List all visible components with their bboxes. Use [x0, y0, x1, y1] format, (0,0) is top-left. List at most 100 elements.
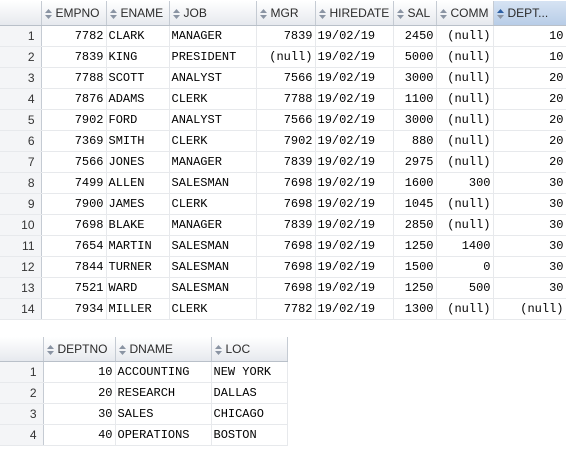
cell-sal[interactable]: 2975 [393, 151, 437, 173]
cell-deptno[interactable]: 30 [493, 235, 566, 257]
row-number[interactable]: 11 [0, 235, 42, 257]
cell-ename[interactable]: ALLEN [106, 172, 170, 194]
cell-ename[interactable]: SCOTT [106, 67, 170, 89]
row-number[interactable]: 6 [0, 130, 42, 152]
column-header-hiredate[interactable]: HIREDATE [315, 1, 394, 26]
cell-job[interactable]: MANAGER [169, 25, 257, 47]
sort-arrows-icon[interactable] [214, 344, 223, 356]
sort-active-icon[interactable] [496, 8, 505, 20]
table-row[interactable]: 14 7934 MILLER CLERK 7782 19/02/19 1300 (null)(… [0, 298, 566, 320]
row-number[interactable]: 8 [0, 172, 42, 194]
cell-comm[interactable]: (null) [436, 67, 494, 89]
cell-deptno[interactable]: 20 [43, 382, 116, 404]
cell-hiredate[interactable]: 19/02/19 [315, 193, 394, 215]
cell-sal[interactable]: 1600 [393, 172, 437, 194]
cell-deptno[interactable]: 20 [493, 109, 566, 131]
cell-empno[interactable]: 7654 [41, 235, 107, 257]
cell-empno[interactable]: 7844 [41, 256, 107, 278]
table-row[interactable]: 5 7902 FORD ANALYST 7566 19/02/19 3000 (null) 20 [0, 109, 566, 131]
cell-job[interactable]: MANAGER [169, 214, 257, 236]
cell-hiredate[interactable]: 19/02/19 [315, 67, 394, 89]
column-header-ename[interactable]: ENAME [106, 1, 170, 26]
cell-job[interactable]: MANAGER [169, 151, 257, 173]
cell-sal[interactable]: 3000 [393, 109, 437, 131]
table-row[interactable]: 3 7788 SCOTT ANALYST 7566 19/02/19 3000 (null) 2… [0, 67, 566, 89]
table-row[interactable]: 2 7839 KING PRESIDENT (null) 19/02/19 5000 (nul… [0, 46, 566, 68]
cell-comm[interactable]: 300 [436, 172, 494, 194]
cell-hiredate[interactable]: 19/02/19 [315, 256, 394, 278]
table-row[interactable]: 9 7900 JAMES CLERK 7698 19/02/19 1045 (null) 30 [0, 193, 566, 215]
cell-sal[interactable]: 1100 [393, 88, 437, 110]
cell-sal[interactable]: 1250 [393, 235, 437, 257]
cell-comm[interactable]: (null) [436, 46, 494, 68]
cell-deptno[interactable]: 30 [493, 277, 566, 299]
sort-arrows-icon[interactable] [172, 8, 181, 20]
cell-hiredate[interactable]: 19/02/19 [315, 109, 394, 131]
cell-mgr[interactable]: 7839 [256, 214, 316, 236]
sort-arrows-icon[interactable] [118, 344, 127, 356]
cell-comm[interactable]: (null) [436, 214, 494, 236]
cell-job[interactable]: SALESMAN [169, 235, 257, 257]
cell-dname[interactable]: SALES [115, 403, 212, 425]
cell-deptno[interactable]: 40 [43, 424, 116, 446]
table-row[interactable]: 13 7521 WARD SALESMAN 7698 19/02/19 1250 500 30 [0, 277, 566, 299]
cell-ename[interactable]: MARTIN [106, 235, 170, 257]
cell-deptno[interactable]: 20 [493, 151, 566, 173]
cell-ename[interactable]: MILLER [106, 298, 170, 320]
cell-ename[interactable]: WARD [106, 277, 170, 299]
cell-sal[interactable]: 3000 [393, 67, 437, 89]
cell-sal[interactable]: 2850 [393, 214, 437, 236]
column-header-sal[interactable]: SAL [393, 1, 437, 26]
cell-job[interactable]: SALESMAN [169, 277, 257, 299]
cell-loc[interactable]: DALLAS [211, 382, 288, 404]
cell-ename[interactable]: KING [106, 46, 170, 68]
row-number[interactable]: 12 [0, 256, 42, 278]
sort-arrows-icon[interactable] [109, 8, 118, 20]
cell-mgr[interactable]: 7782 [256, 298, 316, 320]
cell-empno[interactable]: 7900 [41, 193, 107, 215]
cell-mgr[interactable]: 7839 [256, 25, 316, 47]
cell-hiredate[interactable]: 19/02/19 [315, 88, 394, 110]
cell-hiredate[interactable]: 19/02/19 [315, 298, 394, 320]
cell-mgr[interactable]: 7698 [256, 172, 316, 194]
row-number[interactable]: 4 [0, 88, 42, 110]
cell-deptno[interactable]: 20 [493, 130, 566, 152]
cell-deptno[interactable]: 20 [493, 67, 566, 89]
emp-results-grid[interactable]: EMPNO ENAME JOB MGR HIREDATE SAL COMM DE… [0, 1, 566, 320]
cell-deptno[interactable]: 30 [493, 193, 566, 215]
cell-deptno[interactable]: 20 [493, 88, 566, 110]
dept-results-grid[interactable]: DEPTNO DNAME LOC 1 10 ACCOUNTING NEW YORK 2 2… [0, 337, 288, 446]
cell-deptno[interactable]: 10 [493, 46, 566, 68]
cell-sal[interactable]: 5000 [393, 46, 437, 68]
cell-mgr[interactable]: 7698 [256, 193, 316, 215]
cell-dname[interactable]: RESEARCH [115, 382, 212, 404]
cell-empno[interactable]: 7566 [41, 151, 107, 173]
cell-hiredate[interactable]: 19/02/19 [315, 277, 394, 299]
cell-empno[interactable]: 7369 [41, 130, 107, 152]
cell-empno[interactable]: 7782 [41, 25, 107, 47]
cell-deptno[interactable]: 30 [493, 214, 566, 236]
column-header-mgr[interactable]: MGR [256, 1, 316, 26]
cell-empno[interactable]: 7788 [41, 67, 107, 89]
column-header-deptno[interactable]: DEPT... [493, 1, 566, 26]
cell-comm[interactable]: (null) [436, 109, 494, 131]
cell-mgr[interactable]: 7788 [256, 88, 316, 110]
cell-hiredate[interactable]: 19/02/19 [315, 172, 394, 194]
row-number[interactable]: 7 [0, 151, 42, 173]
cell-deptno[interactable]: 30 [493, 256, 566, 278]
cell-ename[interactable]: JAMES [106, 193, 170, 215]
cell-job[interactable]: CLERK [169, 298, 257, 320]
cell-mgr[interactable]: (null) [256, 46, 316, 68]
row-number[interactable]: 1 [0, 361, 44, 383]
row-number[interactable]: 1 [0, 25, 42, 47]
cell-empno[interactable]: 7839 [41, 46, 107, 68]
table-row[interactable]: 10 7698 BLAKE MANAGER 7839 19/02/19 2850 (null)… [0, 214, 566, 236]
column-header-comm[interactable]: COMM [436, 1, 494, 26]
sort-arrows-icon[interactable] [44, 8, 53, 20]
cell-deptno[interactable]: 10 [493, 25, 566, 47]
cell-sal[interactable]: 1300 [393, 298, 437, 320]
cell-dname[interactable]: ACCOUNTING [115, 361, 212, 383]
cell-empno[interactable]: 7521 [41, 277, 107, 299]
cell-comm[interactable]: (null) [436, 151, 494, 173]
cell-mgr[interactable]: 7566 [256, 109, 316, 131]
